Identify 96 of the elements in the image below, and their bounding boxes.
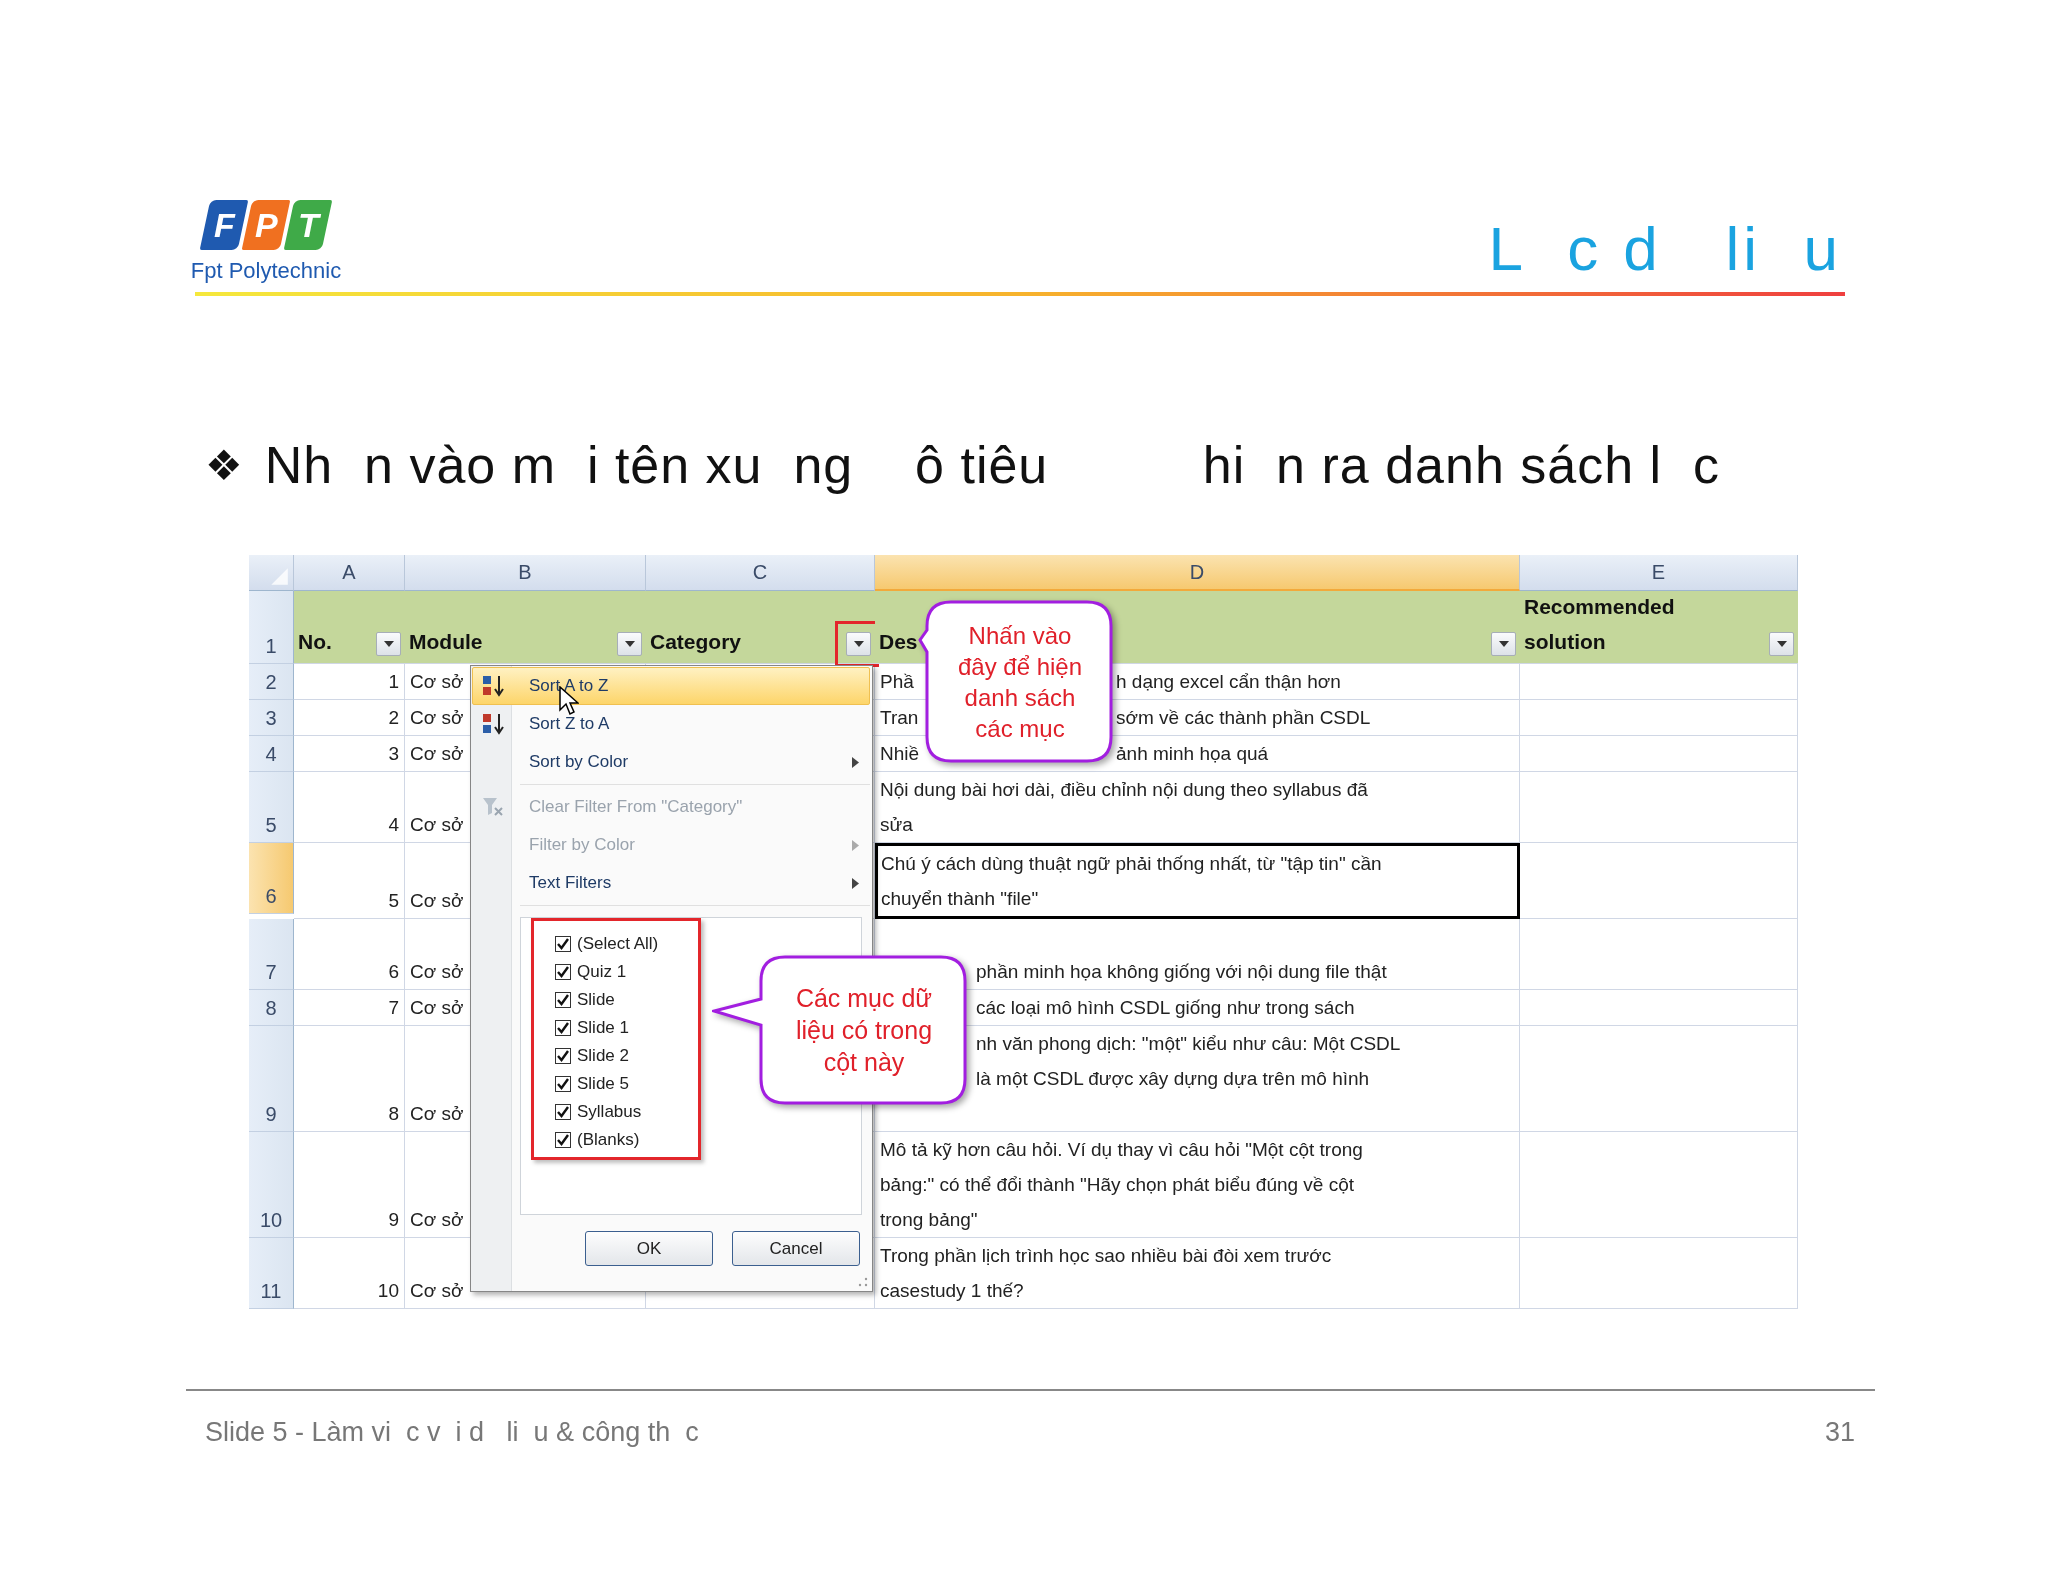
submenu-arrow-icon [852,877,859,889]
cell-text: Chú ý cách dùng thuật ngữ phải thống nhất, từ "tập tin" cần [881,852,1382,876]
row-header[interactable]: 3 [249,700,294,736]
sort-descending-icon [481,712,507,736]
value-label: Syllabus [577,1102,642,1122]
column-header[interactable]: C [646,555,875,591]
cell-text: các loại mô hình CSDL giống như trong sách [976,996,1355,1020]
checkbox[interactable] [555,936,571,952]
cell-text: Tran [880,706,919,730]
checkbox[interactable] [555,1020,571,1036]
row-header[interactable]: 9 [249,1026,294,1132]
slide-title: L c d li u [1488,213,1842,284]
bullet-symbol: ❖ [205,440,243,490]
cell-text: chuyển thành "file" [881,887,1039,911]
checkbox[interactable] [555,1104,571,1120]
checkbox[interactable] [555,964,571,980]
sort-ascending-icon [481,674,507,698]
dialog-button[interactable]: OK [585,1231,713,1266]
column-header[interactable]: B [405,555,646,591]
row-header[interactable]: 5 [249,772,294,843]
checkbox[interactable] [555,1132,571,1148]
table-cell: 8 [294,1026,405,1132]
column-header[interactable]: D [875,555,1520,591]
cell-text: sớm về các thành phần CSDL [1116,706,1371,730]
table-cell: 5 [294,843,405,919]
value-label: Slide 5 [577,1074,629,1094]
column-title: No. [298,629,332,655]
cell-text: là một CSDL được xây dựng dựa trên mô hình [976,1067,1370,1091]
cell-text: Phầ [880,670,914,694]
table-cell: 9 [294,1132,405,1238]
filter-dropdown-button[interactable] [1491,632,1516,656]
resize-grip-icon[interactable] [858,1277,868,1287]
row-header[interactable]: 2 [249,664,294,700]
row-header[interactable]: 7 [249,919,294,990]
column-title: Category [650,629,742,655]
page-number: 31 [1824,1417,1855,1448]
caret-icon [1498,641,1509,647]
table-cell: 6 [294,919,405,990]
cell-text: sửa [880,813,913,837]
table-cell: 3 [294,736,405,772]
dialog-button[interactable]: Cancel [732,1231,860,1266]
cell-text: Nội dung bài hơi dài, điều chỉnh nội dung theo syllabus đã [880,778,1368,802]
cell-text: Nhiề [880,742,920,766]
table-cell: 7 [294,990,405,1026]
footer-text: Slide 5 - Làm vi c v i d li u & công th c [205,1417,699,1448]
row-header[interactable]: 11 [249,1238,294,1309]
row-header[interactable]: 4 [249,736,294,772]
row-header[interactable]: 1 [249,591,294,664]
checkbox[interactable] [555,1076,571,1092]
cell-text: phần minh họa không giống với nội dung file thật [976,960,1387,984]
filter-dropdown-button[interactable] [846,632,871,656]
clear-filter-icon [481,796,505,818]
callout-text: Các mục dữ liệu có trong cột này [795,983,933,1078]
table-cell: 2 [294,700,405,736]
menu-item[interactable]: Sort A to Z [472,667,870,705]
column-title: Des [879,629,918,655]
selected-cell[interactable]: Chú ý cách dùng thuật ngữ phải thống nhất, từ "tập tin" cần chuyển thành "file" [875,843,1520,919]
value-label: Slide 2 [577,1046,629,1066]
cell-text: h dạng excel cẩn thận hơn [1116,670,1341,694]
filter-dropdown-button[interactable] [1769,632,1794,656]
row-header[interactable]: 8 [249,990,294,1026]
callout-text: Nhấn vào đây để hiện danh sách các mục [957,620,1083,744]
logo-name: Fpt Polytechnic [190,258,342,284]
caret-icon [383,641,394,647]
cell-text: trong bảng" [880,1208,978,1232]
column-header[interactable]: E [1520,555,1798,591]
cell-text: Mô tả kỹ hơn câu hỏi. Ví dụ thay vì câu hỏi "Một cột trong [880,1138,1363,1162]
cell-text: casestudy 1 thế? [880,1279,1024,1303]
caret-icon [853,641,864,647]
logo-tile: P [241,200,291,250]
caret-icon [1776,641,1787,647]
logo-tile: F [199,200,249,250]
cell-text: nh văn phong dịch: "một" kiểu như câu: Một CSDL [976,1032,1401,1056]
table-cell: 4 [294,772,405,843]
column-header[interactable]: A [294,555,405,591]
row-header[interactable]: 10 [249,1132,294,1238]
table-cell: 10 [294,1238,405,1309]
checkbox[interactable] [555,1048,571,1064]
value-label: (Blanks) [577,1130,640,1150]
column-title: Module [409,629,483,655]
value-label: Slide [577,990,615,1010]
column-title: Recommended solution [1524,594,1675,655]
cell-text: bảng:" có thể đổi thành "Hãy chọn phát biểu đúng về cột [880,1173,1355,1197]
submenu-arrow-icon [852,756,859,768]
filter-dropdown-button[interactable] [376,632,401,656]
filter-dropdown-button[interactable] [617,632,642,656]
table-cell: 1 [294,664,405,700]
cell-text: Trong phần lịch trình học sao nhiều bài đòi xem trước [880,1244,1332,1268]
logo-tile: T [283,200,333,250]
cell-text: ảnh minh họa quá [1116,742,1269,766]
submenu-arrow-icon [852,839,859,851]
caret-icon [624,641,635,647]
checkbox[interactable] [555,992,571,1008]
value-label: Quiz 1 [577,962,627,982]
bullet-text: Nh n vào m i tên xu ng ô tiêu hi n ra danh sách l c [264,435,1721,495]
row-header[interactable]: 6 [249,843,294,914]
